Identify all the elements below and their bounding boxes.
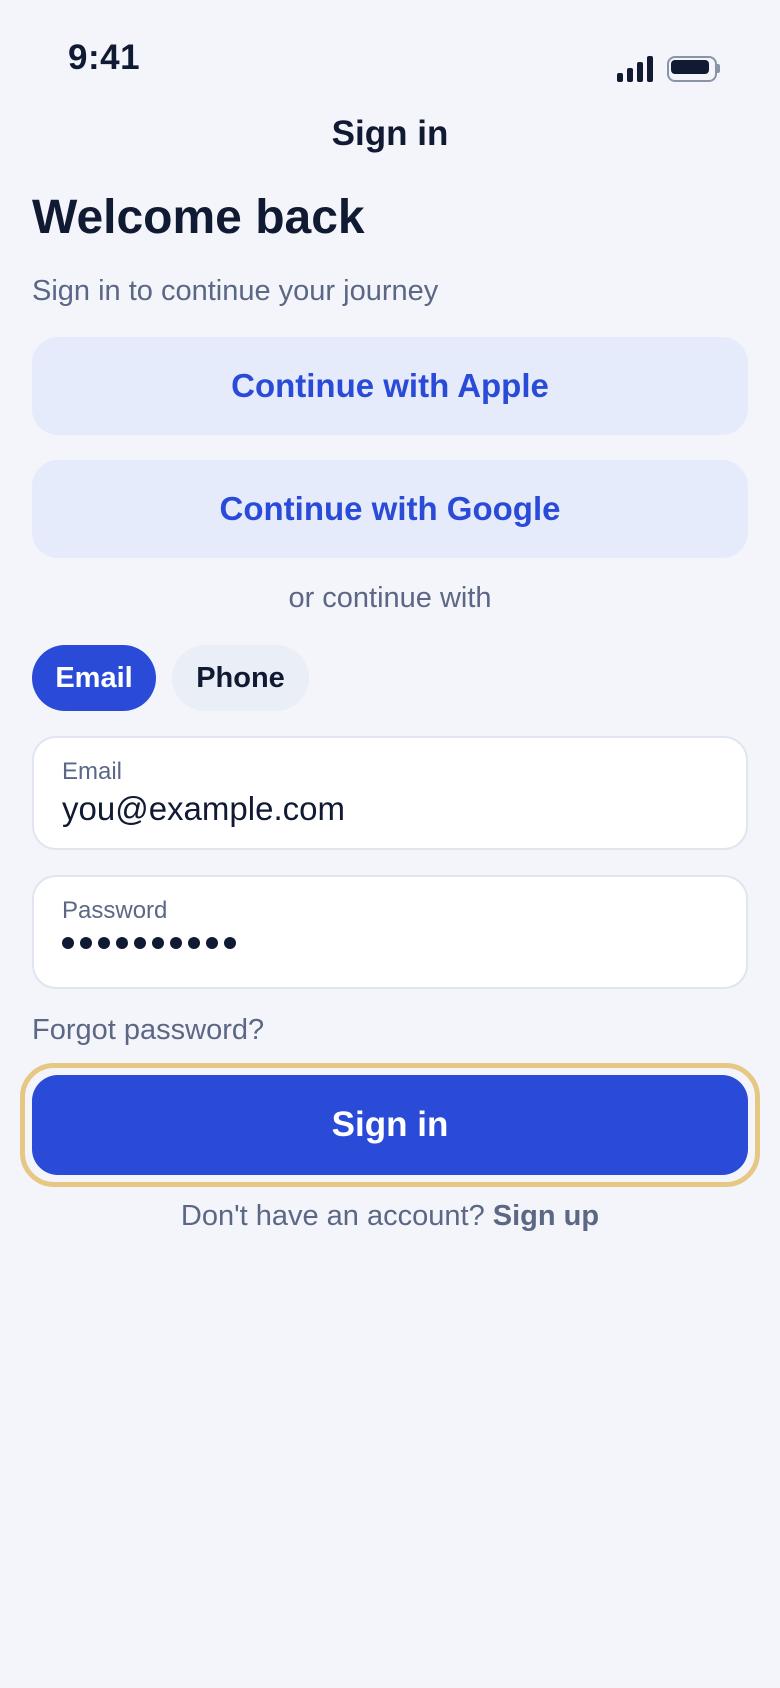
email-field-label: Email — [62, 758, 123, 785]
sign-in-button[interactable]: Sign in — [32, 1075, 748, 1175]
page-title: Welcome back — [32, 191, 365, 244]
password-mask-dot — [62, 937, 74, 949]
divider-text: or continue with — [288, 582, 492, 614]
password-mask-dot — [188, 937, 200, 949]
password-mask-dot — [80, 937, 92, 949]
page-subtitle: Sign in to continue your journey — [32, 275, 439, 307]
password-mask-dot — [170, 937, 182, 949]
tab-phone[interactable]: Phone — [172, 645, 309, 711]
password-mask-dot — [116, 937, 128, 949]
signup-prompt: Don't have an account? — [180, 1200, 493, 1232]
nav-title: Sign in — [331, 114, 449, 153]
sign-up-link[interactable]: Sign up — [493, 1200, 599, 1232]
signup-prompt-row: Don't have an account? Sign up — [0, 1200, 780, 1233]
password-field-value[interactable] — [62, 937, 236, 949]
tab-email[interactable]: Email — [32, 645, 156, 711]
battery-icon — [667, 56, 720, 82]
password-mask-dot — [224, 937, 236, 949]
continue-with-google-button[interactable]: Continue with Google — [32, 460, 748, 558]
password-field[interactable]: Password — [32, 875, 748, 989]
password-mask-dot — [134, 937, 146, 949]
password-field-label: Password — [62, 897, 168, 924]
password-mask-dot — [98, 937, 110, 949]
cellular-signal-icon — [617, 56, 655, 82]
status-time: 9:41 — [68, 38, 141, 77]
email-field-value[interactable]: you@example.com — [62, 790, 345, 828]
status-bar: 9:41 — [0, 0, 780, 110]
password-mask-dot — [152, 937, 164, 949]
password-mask-dot — [206, 937, 218, 949]
forgot-password-link[interactable]: Forgot password? — [32, 1014, 264, 1047]
continue-with-apple-button[interactable]: Continue with Apple — [32, 337, 748, 435]
email-field[interactable]: Email you@example.com — [32, 736, 748, 850]
